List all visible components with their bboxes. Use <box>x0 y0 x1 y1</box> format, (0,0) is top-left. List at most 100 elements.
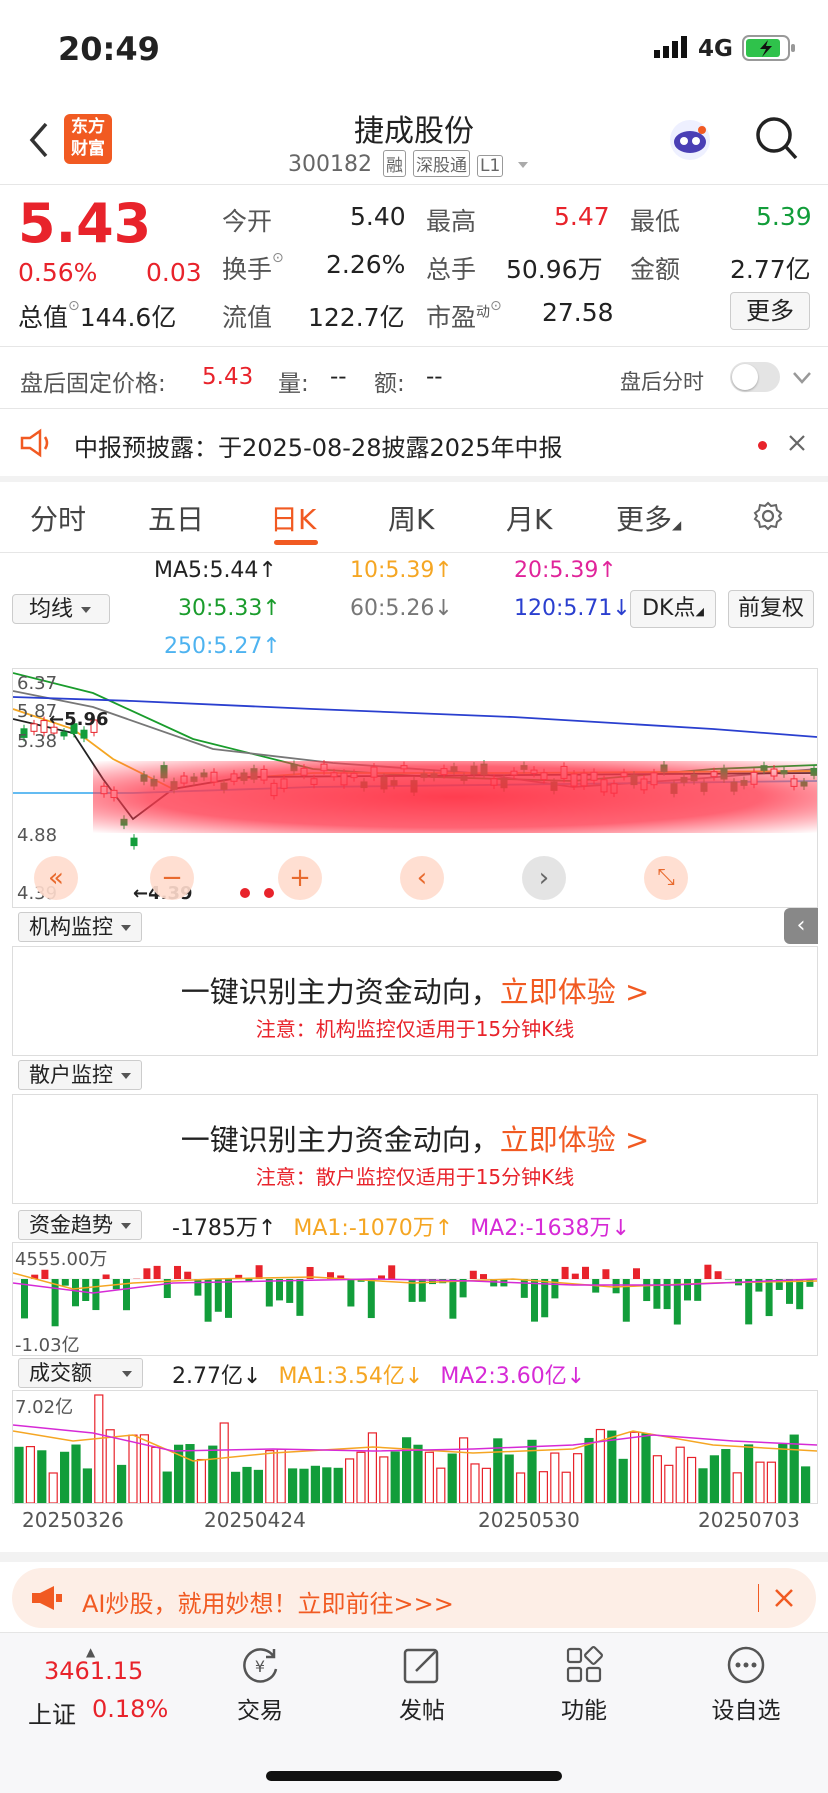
volume-label: 总手 <box>426 250 476 286</box>
turnover-bar <box>585 1439 593 1503</box>
institution-monitor-selector[interactable]: 机构监控 <box>18 912 142 942</box>
settings-gear-icon[interactable] <box>752 500 784 536</box>
retail-headline: 一键识别主力资金动向，立即体验 > <box>13 1117 817 1159</box>
tab-daily-k[interactable]: 日K <box>270 498 316 538</box>
turnover-bar <box>642 1434 650 1503</box>
open-label: 今开 <box>222 202 272 238</box>
promo-divider <box>758 1584 759 1612</box>
adjust-mode-button[interactable]: 前复权 <box>728 590 814 628</box>
flow-bar <box>286 1279 293 1303</box>
retail-monitor-selector[interactable]: 散户监控 <box>18 1060 142 1090</box>
tab-intraday[interactable]: 分时 <box>30 498 86 538</box>
turnover-bar <box>391 1452 399 1503</box>
tab-more[interactable]: 更多◢ <box>616 498 681 538</box>
edit-icon <box>362 1643 482 1691</box>
turnover-bar <box>551 1453 559 1503</box>
turnover-bar <box>300 1469 308 1503</box>
flow-bar <box>215 1279 222 1312</box>
turnover-bar <box>460 1438 468 1503</box>
turnover-y-top: 7.02亿 <box>15 1393 73 1419</box>
promo-banner[interactable]: AI炒股，就用妙想！立即前往>>> <box>12 1568 816 1628</box>
search-icon[interactable] <box>754 114 800 166</box>
open-value: 5.40 <box>350 202 406 231</box>
tab-monthly-k[interactable]: 月K <box>506 498 552 538</box>
status-bar: 20:49 4G <box>0 0 828 96</box>
stock-code-row[interactable]: 300182 融 深股通 L1 <box>288 150 528 177</box>
amount-label: 金额 <box>630 250 680 286</box>
megaphone-icon <box>30 1584 64 1616</box>
candle <box>81 730 87 738</box>
flow-bar <box>194 1279 201 1296</box>
index-value: 3461.15 <box>44 1657 143 1685</box>
flow-bar <box>796 1279 803 1309</box>
institution-try-link[interactable]: 立即体验 > <box>500 975 650 1009</box>
turnover-bar <box>254 1470 262 1503</box>
index-name: 上证 <box>28 1695 76 1730</box>
nav-trade[interactable]: ¥ 交易 <box>200 1643 320 1725</box>
turnover-bar <box>722 1450 730 1503</box>
yen-cycle-icon: ¥ <box>200 1643 320 1691</box>
ma-selector[interactable]: 均线 <box>12 594 110 624</box>
turnover-bar <box>368 1433 376 1503</box>
retail-try-link[interactable]: 立即体验 > <box>500 1123 650 1157</box>
flow-bar <box>806 1279 813 1287</box>
after-hours-label: 盘后固定价格: <box>20 364 166 398</box>
after-hours-toggle[interactable] <box>730 362 780 392</box>
zoom-in-button[interactable]: + <box>278 856 322 900</box>
turnover-bar <box>631 1432 639 1503</box>
dk-point-button[interactable]: DK点◢ <box>630 590 716 628</box>
side-collapse-button[interactable]: ‹ <box>784 908 818 944</box>
ma5-value: MA5:5.44↑ <box>154 558 277 583</box>
scroll-left-button[interactable]: ‹ <box>400 856 444 900</box>
turnover-bar <box>733 1473 741 1503</box>
nav-add-watchlist-label: 设自选 <box>712 1698 781 1724</box>
robot-assistant-icon[interactable] <box>666 116 714 168</box>
tab-weekly-k[interactable]: 周K <box>388 498 434 538</box>
chevron-down-icon[interactable] <box>792 370 812 389</box>
retail-cta-panel[interactable]: 一键识别主力资金动向，立即体验 > 注意：散户监控仅适用于15分钟K线 <box>12 1094 818 1204</box>
nav-functions-label: 功能 <box>561 1698 607 1724</box>
badge-connect: 深股通 <box>413 150 470 177</box>
badge-level: L1 <box>477 155 503 177</box>
turnover-legend: 2.77亿↓ MA1:3.54亿↓ MA2:3.60亿↓ <box>172 1358 585 1390</box>
turnover-bar <box>72 1445 80 1503</box>
close-icon[interactable] <box>788 434 806 456</box>
turnover-bar <box>767 1462 775 1503</box>
turnover-bar <box>323 1468 331 1503</box>
turnover-bar <box>539 1472 547 1503</box>
fund-flow-chart[interactable]: 4555.00万 -1.03亿 <box>12 1242 818 1356</box>
zoom-out-button[interactable]: − <box>150 856 194 900</box>
volume-value: 50.96万 <box>506 250 603 286</box>
nav-post[interactable]: 发帖 <box>362 1643 482 1725</box>
scroll-fast-back-button[interactable]: « <box>34 856 78 900</box>
high-marker: ←5.96 <box>49 709 109 730</box>
flow-bar <box>674 1279 681 1325</box>
turnover-bar <box>403 1438 411 1503</box>
flow-bar <box>62 1279 69 1286</box>
nav-add-watchlist[interactable]: 设自选 <box>686 1643 806 1725</box>
notice-bar[interactable]: 中报预披露：于2025-08-28披露2025年中报 <box>0 410 828 476</box>
pe-value: 27.58 <box>542 298 614 327</box>
after-hours-row: 盘后固定价格: 5.43 量: -- 额: -- 盘后分时 <box>0 348 828 408</box>
scroll-right-button[interactable]: › <box>522 856 566 900</box>
flow-bar <box>449 1279 456 1319</box>
turnover-bar <box>665 1465 673 1503</box>
institution-cta-panel[interactable]: 一键识别主力资金动向，立即体验 > 注意：机构监控仅适用于15分钟K线 <box>12 946 818 1056</box>
turnover-bar <box>448 1454 456 1503</box>
more-button[interactable]: 更多 <box>730 292 810 330</box>
total-mv-label: 总值⊙144.6亿 <box>18 298 176 334</box>
turnover-chart[interactable]: 7.02亿 <box>12 1390 818 1504</box>
after-hours-vol: -- <box>330 364 347 390</box>
tab-five-day[interactable]: 五日 <box>148 498 204 538</box>
turnover-rate-value: 2.26% <box>326 250 405 279</box>
index-change: 0.18% <box>92 1695 168 1723</box>
fund-trend-selector[interactable]: 资金趋势 <box>18 1210 142 1240</box>
turnover-bar <box>232 1472 240 1503</box>
turnover-bar <box>802 1467 810 1503</box>
promo-close-icon[interactable] <box>774 1588 794 1612</box>
date-label: 20250703 <box>698 1508 800 1532</box>
svg-text:¥: ¥ <box>255 1657 265 1676</box>
turnover-selector[interactable]: 成交额 <box>18 1358 143 1388</box>
nav-functions[interactable]: 功能 <box>524 1643 644 1725</box>
fullscreen-button[interactable]: ⤡ <box>644 856 688 900</box>
